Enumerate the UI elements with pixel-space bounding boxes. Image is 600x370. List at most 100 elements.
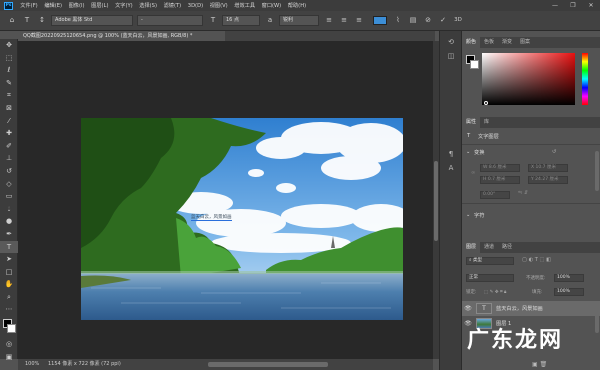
lock-icons[interactable]: ⬚ ✎ ✥ ⌗ 🔒︎ [484,289,506,295]
canvas-image[interactable]: 蓝天白云，风景如画 [81,118,403,320]
character-section-title[interactable]: 字符 [474,212,484,219]
character-panel-icon[interactable]: ▤ [407,15,419,26]
menu-layer[interactable]: 图层(L) [88,2,112,9]
eyedropper-tool-icon[interactable]: ⁄ [0,115,18,128]
tab-channels[interactable]: 通道 [480,242,498,253]
history-icon[interactable]: ⟲ [440,35,462,49]
chevron-down-icon[interactable]: ⌄ [466,212,470,218]
visibility-eye-icon[interactable]: 👁︎ [462,305,474,312]
background-color[interactable] [7,324,16,334]
eraser-tool-icon[interactable]: ◇ [0,178,18,191]
panel-background-swatch[interactable] [470,60,479,69]
quick-mask-icon[interactable]: ◎ [0,338,18,351]
move-tool-icon[interactable]: ✥ [0,39,18,52]
opacity-field[interactable]: 100% [554,274,584,282]
tab-swatches[interactable]: 色板 [480,37,498,48]
menu-help[interactable]: 帮助(H) [285,2,310,9]
brush-tool-icon[interactable]: ✐ [0,140,18,153]
color-swatches[interactable] [0,316,17,338]
tab-properties[interactable]: 属性 [462,117,481,128]
color-picker-cursor[interactable] [484,101,488,105]
layer-footer-icons[interactable]: ▣ 🗑︎ [532,361,547,368]
horizontal-scrollbar[interactable] [208,362,328,367]
menu-plugins[interactable]: 增效工具 [231,2,258,9]
document-dimensions[interactable]: 1154 像素 x 722 像素 (72 ppi) [48,359,121,370]
tab-patterns[interactable]: 图案 [516,37,534,48]
marquee-tool-icon[interactable]: ⬚ [0,52,18,65]
font-family-select[interactable]: Adobe 黑体 Std [51,15,133,26]
dodge-tool-icon[interactable]: ● [0,215,18,228]
align-center-icon[interactable]: ≡ [338,15,350,26]
flip-icons[interactable]: ⇋ ⇵ [518,190,528,196]
paragraph-icon[interactable]: ¶ [440,147,462,161]
type-tool-icon[interactable]: T [21,15,33,26]
tab-gradients[interactable]: 渐变 [498,37,516,48]
zoom-level[interactable]: 100% [25,359,39,370]
tab-color[interactable]: 颜色 [462,37,481,48]
character-icon[interactable]: A [440,161,462,175]
link-icon[interactable]: ∞ [471,170,475,176]
cancel-icon[interactable]: ⊘ [422,15,434,26]
reset-icon[interactable]: ↺ [552,149,556,155]
pen-tool-icon[interactable]: ✒ [0,228,18,241]
document-tab[interactable]: QQ截图20220925120654.png @ 100% (蓝天白云，风景如画… [18,31,225,41]
lasso-tool-icon[interactable]: ℓ [0,64,18,77]
properties-scrollbar[interactable] [595,151,599,191]
crop-tool-icon[interactable]: ⌗ [0,89,18,102]
text-layer-on-canvas[interactable]: 蓝天白云，风景如画 [191,214,232,221]
commit-check-icon[interactable]: ✓ [437,15,449,26]
more-tools-icon[interactable]: ⋯ [0,303,18,316]
menu-window[interactable]: 窗口(W) [258,2,284,9]
frame-tool-icon[interactable]: ⊠ [0,102,18,115]
text-color-swatch[interactable] [373,16,387,25]
text-orientation-icon[interactable]: ↕ [36,15,48,26]
antialias-select[interactable]: 锐利 [279,15,319,26]
menu-select[interactable]: 选择(S) [136,2,160,9]
transform-width-field[interactable]: W 8.6 厘米 [480,164,520,172]
font-style-select[interactable]: - [137,15,203,26]
layers-scrollbar[interactable] [595,303,599,333]
tab-paths[interactable]: 路径 [498,242,516,253]
stamp-tool-icon[interactable]: ⊥ [0,152,18,165]
quick-select-tool-icon[interactable]: ✎ [0,77,18,90]
blend-mode-select[interactable]: 正常 [466,274,514,282]
history-brush-tool-icon[interactable]: ↺ [0,165,18,178]
layer-comps-icon[interactable]: ◫ [440,49,462,63]
hue-slider[interactable] [582,53,588,105]
close-button[interactable]: ✕ [582,0,600,11]
maximize-button[interactable]: ❐ [564,0,582,11]
3d-button[interactable]: 3D [452,15,464,26]
zoom-tool-icon[interactable]: ⌕ [0,291,18,304]
fill-field[interactable]: 100% [554,288,584,296]
scroll-thumb[interactable] [434,161,438,241]
transform-x-field[interactable]: X 10.7 厘米 [528,164,568,172]
menu-image[interactable]: 图像(I) [65,2,88,9]
menu-file[interactable]: 文件(F) [17,2,41,9]
tab-layers[interactable]: 图层 [462,242,481,253]
warp-text-icon[interactable]: ⌇ [392,15,404,26]
menu-edit[interactable]: 编辑(E) [41,2,65,9]
transform-height-field[interactable]: H 0.7 厘米 [480,176,520,184]
screen-mode-icon[interactable]: ▣ [0,351,18,364]
transform-angle-field[interactable]: 0.00° [480,191,510,199]
menu-type[interactable]: 文字(Y) [112,2,136,9]
align-right-icon[interactable]: ≡ [353,15,365,26]
color-picker-field[interactable] [482,53,575,105]
menu-3d[interactable]: 3D(D) [184,3,206,9]
healing-tool-icon[interactable]: ✚ [0,127,18,140]
blur-tool-icon[interactable]: 💧︎ [0,203,18,216]
tab-libraries[interactable]: 库 [480,117,493,128]
type-tool-icon-active[interactable]: T [0,240,18,254]
layer-row[interactable]: 👁︎ T 蓝天白云，风景如画 [462,301,600,316]
align-left-icon[interactable]: ≡ [323,15,335,26]
font-size-select[interactable]: 16 点 [222,15,260,26]
layer-filter-icons[interactable]: ▢ ◐ T ⬚ ◧ [522,257,551,263]
shape-tool-icon[interactable]: □ [0,266,18,279]
menu-view[interactable]: 视图(V) [206,2,231,9]
menu-filter[interactable]: 滤镜(T) [160,2,184,9]
minimize-button[interactable]: — [546,0,564,11]
transform-section-title[interactable]: 变换 [474,149,484,156]
home-icon[interactable]: ⌂ [6,15,18,26]
chevron-down-icon[interactable]: ⌄ [466,149,470,155]
path-select-tool-icon[interactable]: ➤ [0,253,18,266]
